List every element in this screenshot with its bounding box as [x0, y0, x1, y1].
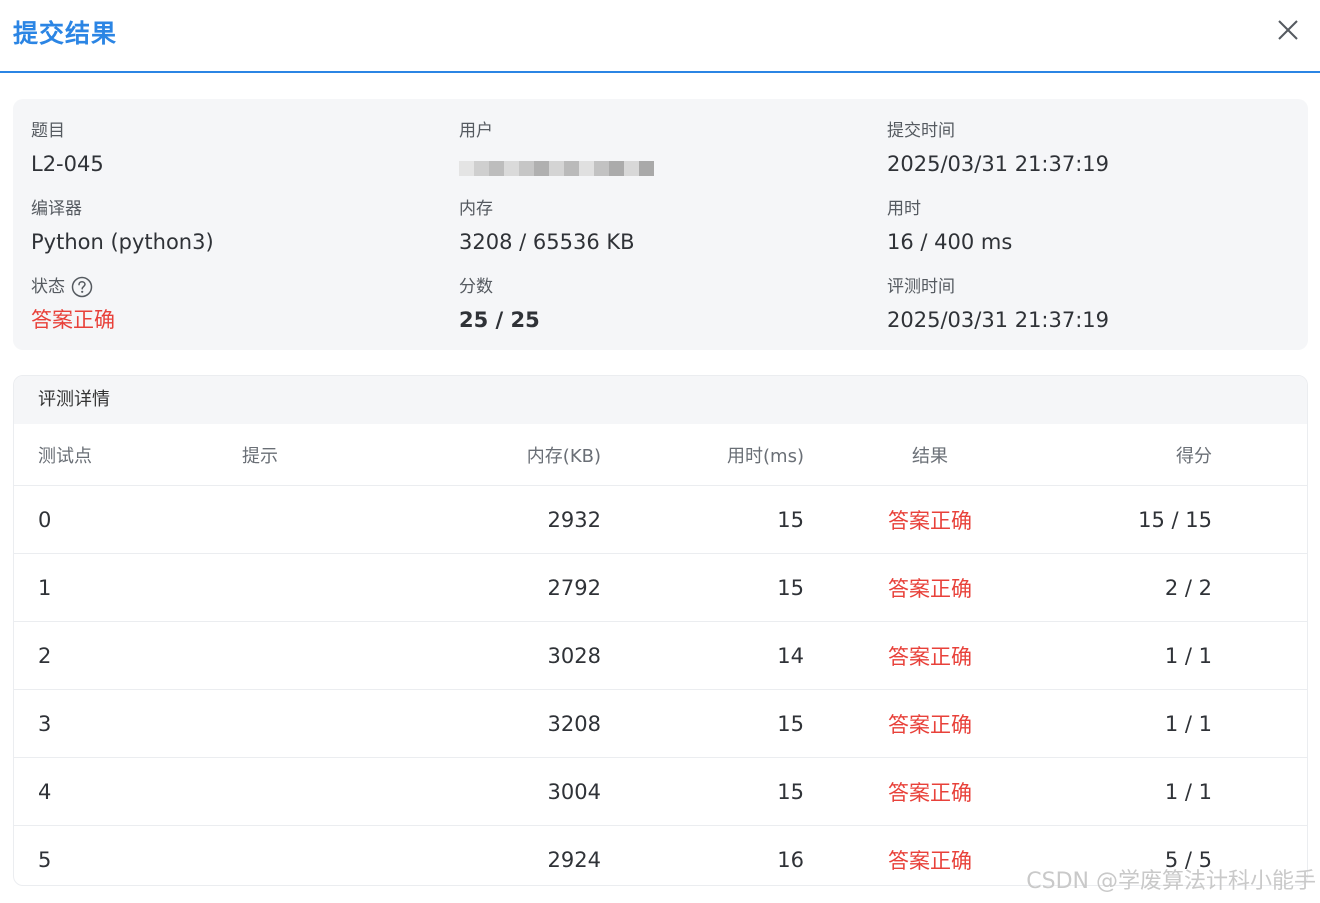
- cell-case: 2: [38, 643, 52, 668]
- col-header-memory: 内存(KB): [526, 445, 601, 467]
- cell-case: 3: [38, 711, 52, 736]
- col-header-hint: 提示: [242, 445, 278, 467]
- problem-label: 题目: [31, 121, 65, 141]
- table-row: 2 3028 14 答案正确 1 / 1: [14, 622, 1307, 690]
- col-header-time: 用时(ms): [727, 445, 804, 467]
- table-row: 0 2932 15 答案正确 15 / 15: [14, 486, 1307, 554]
- compiler-value: Python (python3): [31, 230, 214, 254]
- table-row: 1 2792 15 答案正确 2 / 2: [14, 554, 1307, 622]
- memory-field: 内存 3208 / 65536 KB: [459, 197, 635, 256]
- cell-memory: 3004: [547, 779, 601, 804]
- close-button[interactable]: [1274, 16, 1302, 44]
- col-header-score: 得分: [1176, 445, 1212, 467]
- user-label: 用户: [459, 121, 493, 141]
- cell-memory: 3208: [547, 711, 601, 736]
- score-label: 分数: [459, 277, 493, 297]
- cell-result: 答案正确: [888, 848, 972, 873]
- cell-time: 16: [777, 847, 804, 872]
- cell-case: 5: [38, 847, 52, 872]
- cell-case: 1: [38, 575, 52, 600]
- memory-value: 3208 / 65536 KB: [459, 230, 635, 254]
- cell-result: 答案正确: [888, 508, 972, 533]
- status-field: 状态 答案正确: [31, 275, 115, 334]
- judge-time-label: 评测时间: [887, 277, 955, 297]
- time-label: 用时: [887, 199, 921, 219]
- col-header-case: 测试点: [38, 445, 92, 467]
- cell-score: 1 / 1: [1164, 643, 1212, 668]
- time-field: 用时 16 / 400 ms: [887, 197, 1012, 256]
- submit-time-label: 提交时间: [887, 121, 955, 141]
- compiler-field: 编译器 Python (python3): [31, 197, 214, 256]
- cell-memory: 2924: [547, 847, 601, 872]
- cell-result: 答案正确: [888, 644, 972, 669]
- cell-time: 15: [777, 711, 804, 736]
- cell-memory: 3028: [547, 643, 601, 668]
- cell-memory: 2792: [547, 575, 601, 600]
- cell-case: 4: [38, 779, 52, 804]
- cell-time: 14: [777, 643, 804, 668]
- close-icon: [1278, 20, 1298, 40]
- cell-score: 1 / 1: [1164, 711, 1212, 736]
- cell-result: 答案正确: [888, 780, 972, 805]
- cell-memory: 2932: [547, 507, 601, 532]
- judge-time-field: 评测时间 2025/03/31 21:37:19: [887, 275, 1109, 334]
- submission-result-dialog: 提交结果 题目 L2-045 编译器 Python (python3) 状态 答…: [0, 0, 1320, 903]
- help-icon[interactable]: [71, 276, 93, 298]
- submit-time-value: 2025/03/31 21:37:19: [887, 152, 1110, 176]
- status-label: 状态: [31, 277, 65, 297]
- cell-score: 2 / 2: [1164, 575, 1212, 600]
- dialog-title: 提交结果: [13, 19, 118, 48]
- cell-result: 答案正确: [888, 576, 972, 601]
- judge-details-title: 评测详情: [14, 376, 1307, 424]
- problem-value[interactable]: L2-045: [31, 150, 104, 178]
- status-value: 答案正确: [31, 308, 115, 332]
- score-value: 25 / 25: [459, 308, 540, 332]
- table-row: 3 3208 15 答案正确 1 / 1: [14, 690, 1307, 758]
- cell-score: 15 / 15: [1138, 507, 1212, 532]
- submission-info-card: 题目 L2-045 编译器 Python (python3) 状态 答案正确 用…: [13, 99, 1308, 350]
- score-field: 分数 25 / 25: [459, 275, 540, 334]
- judge-details-card: 评测详情 测试点 提示 内存(KB) 用时(ms) 结果 得分 0 2932 1…: [13, 375, 1308, 886]
- judge-time-value: 2025/03/31 21:37:19: [887, 308, 1110, 332]
- cell-time: 15: [777, 779, 804, 804]
- user-value-redacted: [459, 153, 654, 183]
- compiler-label: 编译器: [31, 199, 82, 219]
- cell-case: 0: [38, 507, 52, 532]
- watermark: CSDN @学废算法计科小能手: [1026, 869, 1316, 894]
- col-header-result: 结果: [912, 445, 948, 467]
- time-value: 16 / 400 ms: [887, 230, 1013, 254]
- table-header: 测试点 提示 内存(KB) 用时(ms) 结果 得分: [14, 424, 1307, 486]
- table-row: 4 3004 15 答案正确 1 / 1: [14, 758, 1307, 826]
- memory-label: 内存: [459, 199, 493, 219]
- problem-field: 题目 L2-045: [31, 119, 104, 178]
- dialog-header: 提交结果: [0, 0, 1320, 73]
- cell-time: 15: [777, 507, 804, 532]
- cell-score: 1 / 1: [1164, 779, 1212, 804]
- user-field: 用户: [459, 119, 654, 183]
- cell-result: 答案正确: [888, 712, 972, 737]
- submit-time-field: 提交时间 2025/03/31 21:37:19: [887, 119, 1109, 178]
- status-label-row: 状态: [31, 275, 115, 299]
- cell-time: 15: [777, 575, 804, 600]
